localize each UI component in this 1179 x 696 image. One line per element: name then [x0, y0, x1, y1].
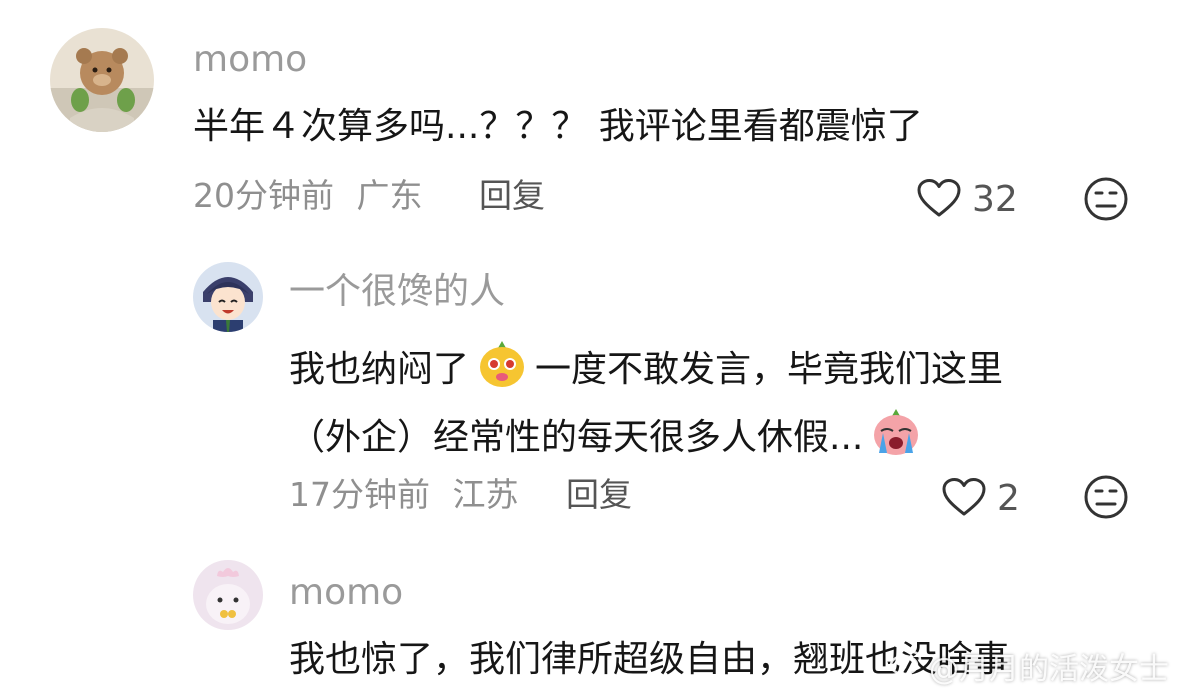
yellow-face-emoji	[475, 337, 529, 403]
reply-username[interactable]: momo	[289, 573, 403, 613]
reply-time: 17分钟前	[289, 475, 430, 514]
like-count: 2	[997, 478, 1020, 519]
avatar-momo-teddy[interactable]	[50, 28, 154, 132]
heart-outline-icon	[916, 178, 962, 222]
reply-meta: 17分钟前 江苏	[289, 475, 519, 515]
meh-face-icon	[1083, 177, 1129, 226]
comment-location: 广东	[356, 176, 423, 215]
watermark: @月月的活泼女士	[889, 644, 1169, 688]
comment-username[interactable]: momo	[193, 40, 307, 80]
reply-text-part: 一度不敢发言，毕竟我们这里	[535, 349, 1004, 390]
avatar-reply-anime[interactable]	[193, 262, 263, 332]
like-count: 32	[972, 179, 1018, 220]
avatar-momo-dino[interactable]	[193, 560, 263, 630]
like-button[interactable]: 32	[916, 178, 1018, 222]
dislike-button[interactable]	[1083, 176, 1129, 226]
reply-location: 江苏	[452, 475, 519, 514]
reply-text-line2: （外企）经常性的每天很多人休假...	[289, 405, 929, 471]
reply-button[interactable]: 回复	[479, 176, 545, 216]
reply-text-part: 我也纳闷了	[289, 349, 470, 390]
reply-text-line1: 我也纳闷了 一度不敢发言，毕竟我们这里	[289, 337, 1003, 403]
reply-button[interactable]: 回复	[566, 475, 632, 515]
like-button[interactable]: 2	[941, 477, 1020, 521]
comment-text: 半年４次算多吗...？？？ 我评论里看都震惊了	[193, 106, 923, 147]
meh-face-icon	[1083, 475, 1129, 524]
dislike-button[interactable]	[1083, 474, 1129, 524]
reply-text-part: （外企）经常性的每天很多人休假...	[289, 417, 864, 458]
comment-meta: 20分钟前 广东	[193, 176, 423, 216]
watermark-text: @月月的活泼女士	[929, 652, 1169, 687]
reply-username[interactable]: 一个很馋的人	[289, 272, 505, 312]
comment-time: 20分钟前	[193, 176, 334, 215]
crying-face-emoji	[869, 405, 923, 471]
weibo-logo-icon	[889, 648, 923, 684]
heart-outline-icon	[941, 477, 987, 521]
